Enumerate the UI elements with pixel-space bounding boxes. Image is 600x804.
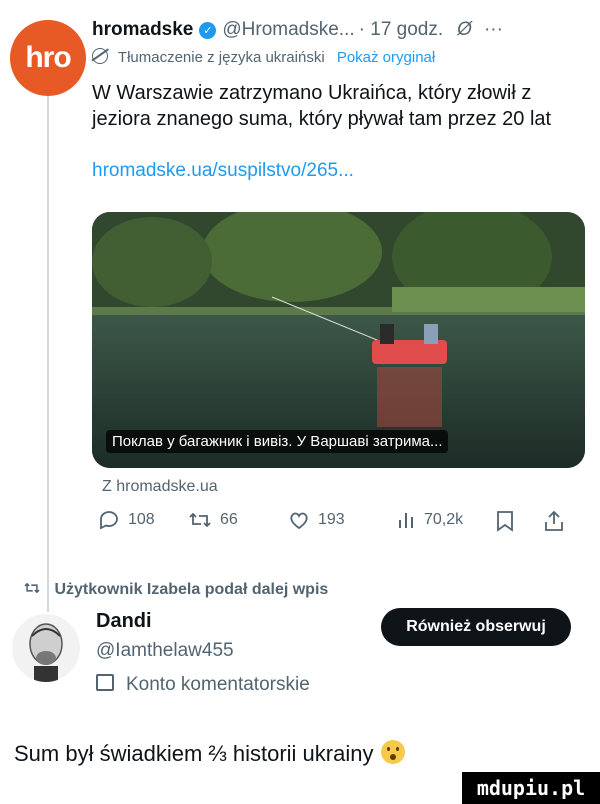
share-button[interactable] [544,510,572,532]
action-bar: 108 66 193 70,2k [98,510,578,540]
translate-icon [92,48,108,64]
tweet-time[interactable]: · 17 godz. [359,19,444,41]
comment-text: Sum był świadkiem ⅔ historii ukrainy [14,741,374,766]
user-avatar-drawing [29,623,63,682]
comment-caption: Sum był świadkiem ⅔ historii ukrainy [14,740,406,767]
media-source[interactable]: Z hromadske.ua [102,478,218,496]
author-name[interactable]: hromadske [92,19,193,41]
like-count: 193 [318,511,345,528]
retweet-note: Użytkownik Izabela podał dalej wpis [22,581,328,599]
watermark-logo: mdupiu.pl [462,772,600,804]
author-handle[interactable]: @Hromadske... [222,19,354,41]
views-count: 70,2k [424,511,464,528]
tweet-header: hromadske ✓ @Hromadske... · 17 godz. Ø ·… [92,16,590,44]
retweet-small-icon [24,582,40,594]
more-icon[interactable]: ··· [484,19,503,41]
author-avatar[interactable]: hro [10,20,86,96]
reply-icon [100,511,118,530]
commentator-badge-icon [96,674,114,691]
views-button[interactable]: 70,2k [396,510,463,530]
views-icon [399,513,413,528]
follow-button[interactable]: Również obserwuj [381,608,571,646]
retweet-icon [189,512,211,528]
translation-row: Tłumaczenie z języka ukraiński Pokaż ory… [92,48,435,66]
tweet-text: W Warszawie zatrzymano Ukraińca, który z… [92,82,552,130]
account-type-label: Konto komentatorskie [126,674,310,695]
like-button[interactable]: 193 [288,510,345,530]
reply-button[interactable]: 108 [98,510,155,530]
retweet-count: 66 [220,511,238,528]
avatar-logo-text: hro [25,41,71,74]
retweet-note-text: Użytkownik Izabela podał dalej wpis [54,581,329,598]
media-caption: Поклав у багажник і вивіз. У Варшаві зат… [106,430,449,453]
article-link[interactable]: hromadske.ua/suspilstvo/265... [92,160,354,182]
astonished-face-icon [381,740,406,764]
account-type: Konto komentatorskie [96,674,310,696]
retweet-button[interactable]: 66 [188,510,238,530]
user-avatar[interactable] [12,614,80,682]
translation-label: Tłumaczenie z języka ukraiński [117,49,325,66]
verified-icon: ✓ [199,21,217,39]
bookmark-icon [497,511,513,532]
tweet-media[interactable]: Поклав у багажник і вивіз. У Варшаві зат… [92,212,585,468]
reply-count: 108 [128,511,155,528]
grok-icon[interactable]: Ø [457,19,472,41]
share-icon [545,510,563,531]
user-name[interactable]: Dandi [96,610,152,633]
show-original-link[interactable]: Pokaż oryginał [337,49,435,66]
bookmark-button[interactable] [496,510,522,532]
heart-icon [290,512,308,530]
thread-line [47,92,49,612]
user-handle[interactable]: @Iamthelaw455 [96,640,234,662]
